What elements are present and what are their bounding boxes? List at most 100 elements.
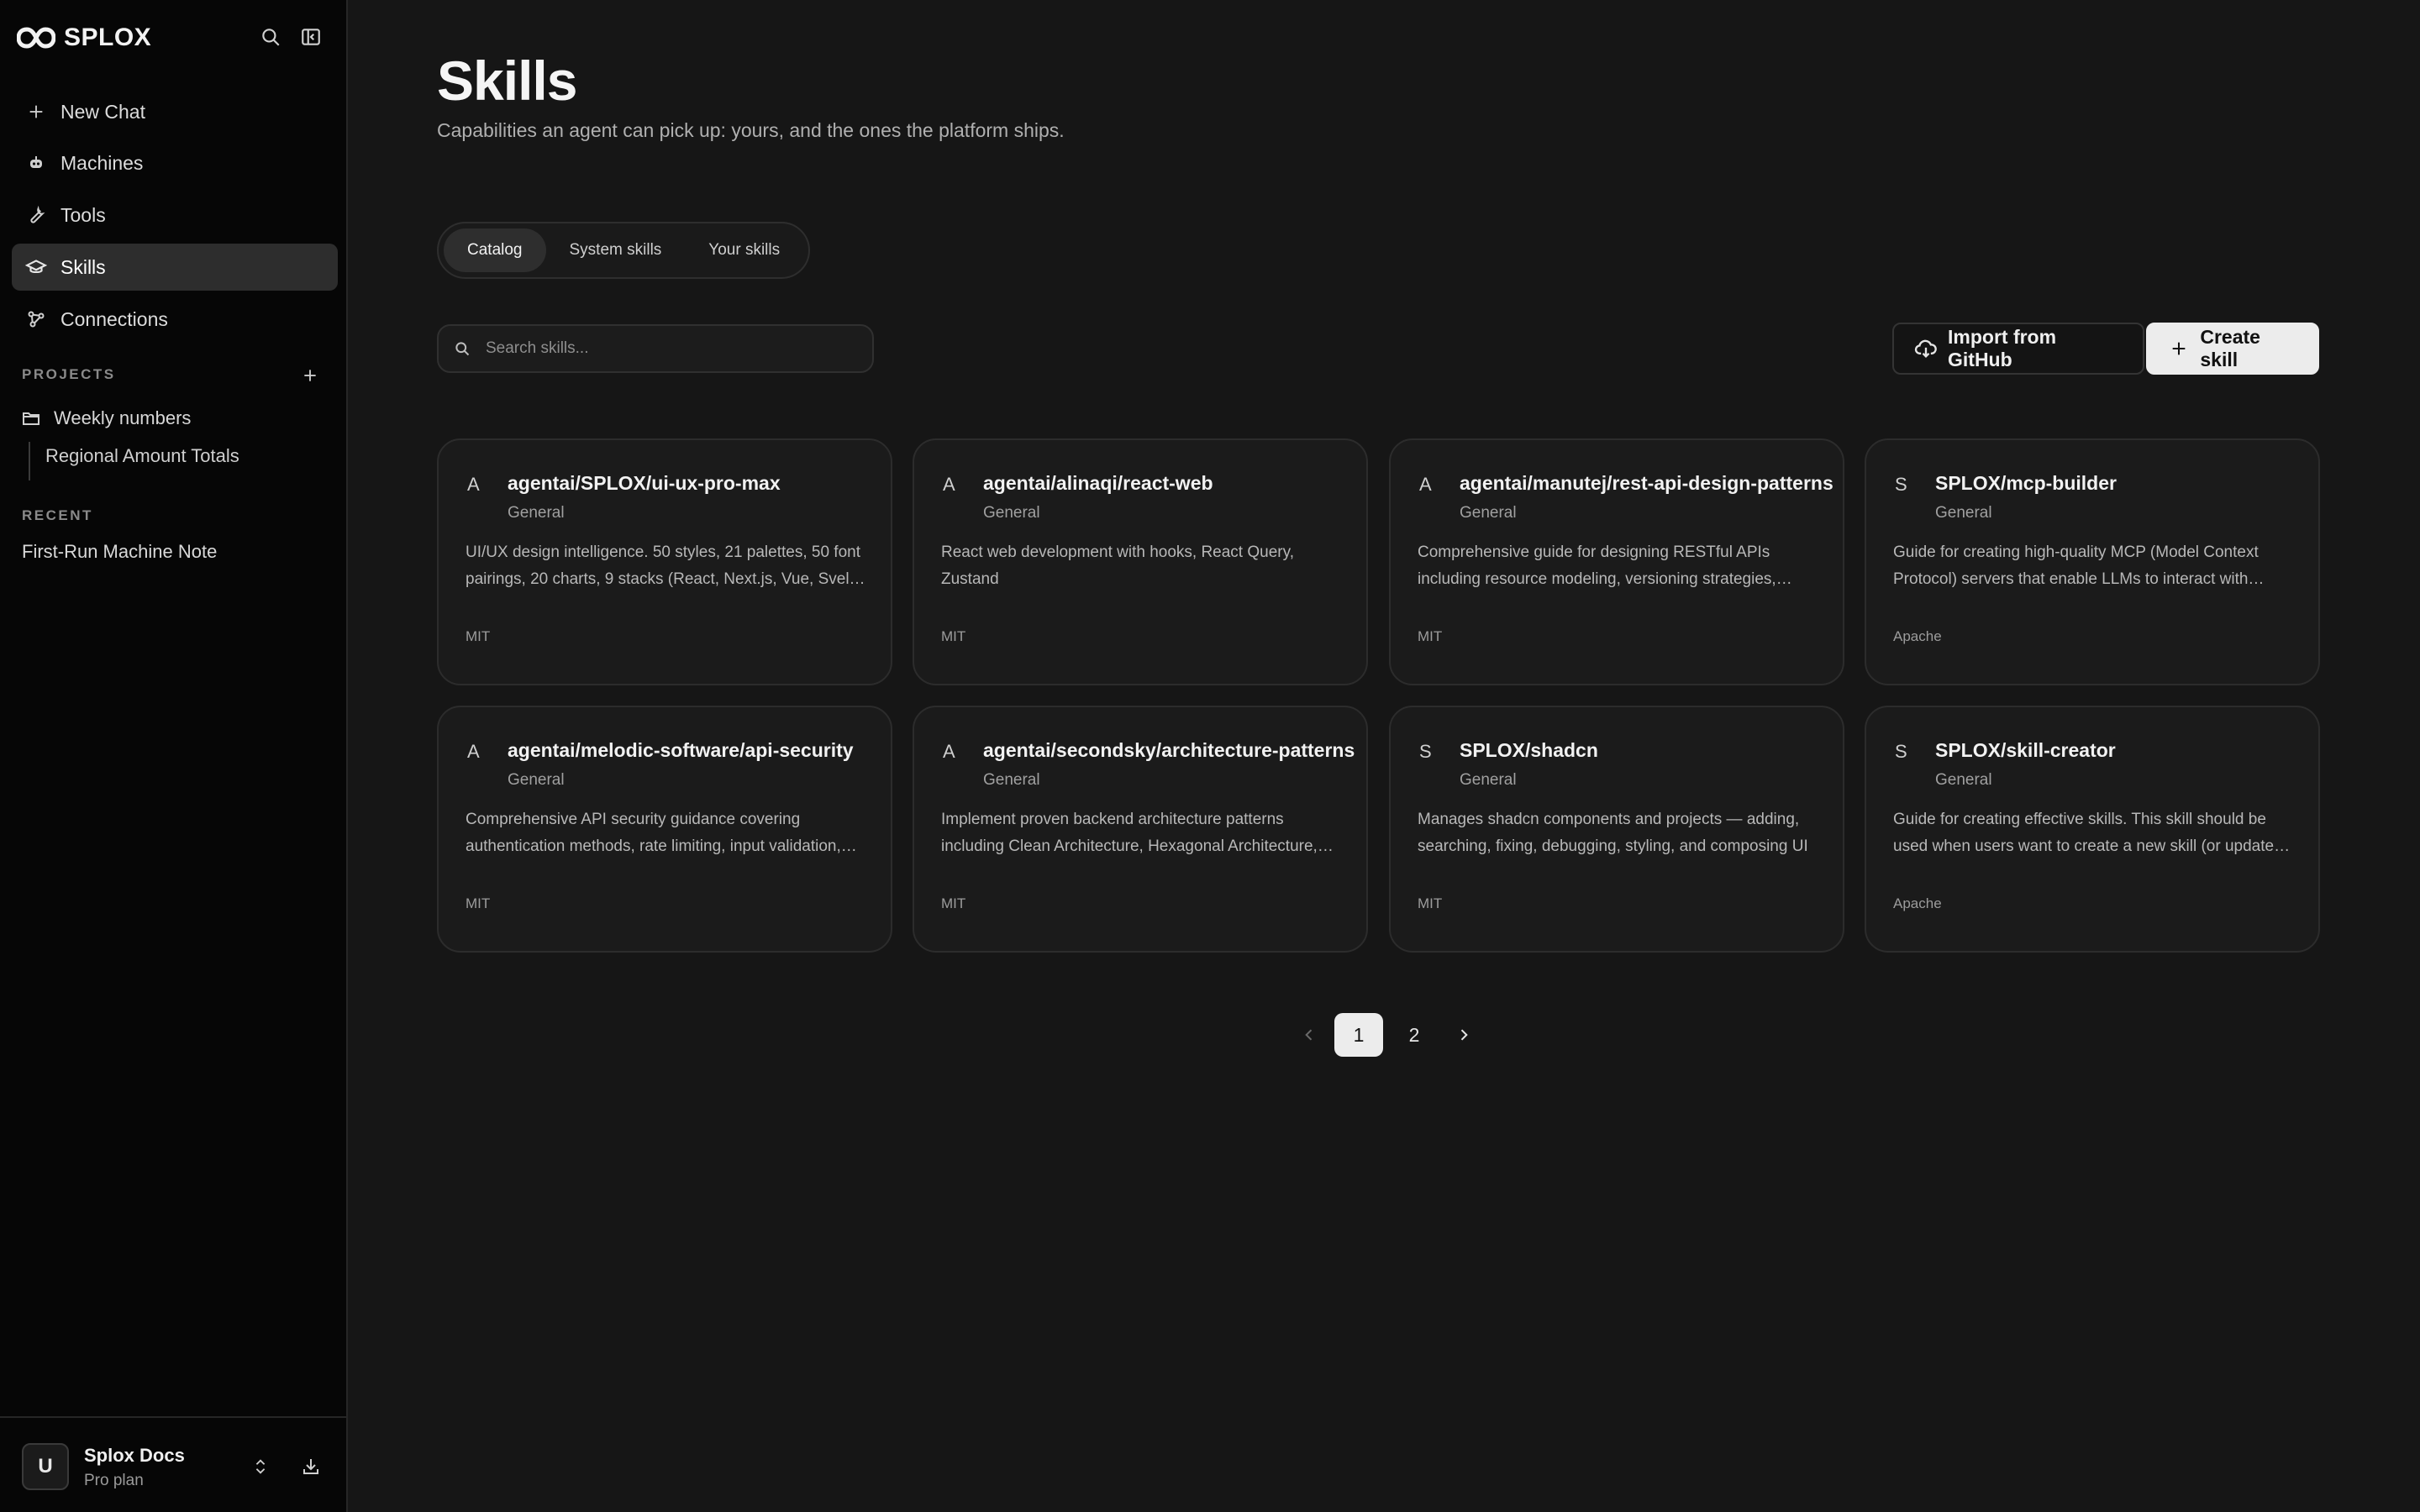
skill-license: MIT [1418,895,1443,911]
skill-name: agentai/alinaqi/react-web [983,472,1213,494]
recent-chat-item[interactable]: First-Run Machine Note [22,541,217,563]
skill-name: agentai/melodic-software/api-security [508,739,854,761]
import-label: Import from GitHub [1948,326,2057,370]
nav-machines[interactable]: Machines [12,139,338,186]
skill-license: MIT [941,628,966,644]
main-content: Skills Capabilities an agent can pick up… [350,0,2420,1512]
skill-name: SPLOX/skill-creator [1935,739,2116,761]
user-bar[interactable]: U Splox Docs Pro plan [0,1416,348,1512]
page-subtitle: Capabilities an agent can pick up: yours… [437,119,1065,141]
download-icon[interactable] [297,1453,324,1480]
next-page-button[interactable] [1445,1013,1482,1057]
nav-skills[interactable]: Skills [12,244,338,291]
plus-icon [2168,337,2190,360]
skill-category: General [1460,771,1517,789]
skill-description: Manages shadcn components and projects —… [1418,811,1808,855]
page-button[interactable]: 2 [1390,1013,1439,1057]
skill-category: General [983,771,1040,789]
skill-initial: S [1895,474,1907,495]
create-skill-button[interactable]: Create skill [2146,323,2319,375]
skill-category: General [1460,504,1517,522]
skill-initial: A [467,474,480,495]
skill-initial: S [1895,741,1907,762]
skill-card[interactable]: S SPLOX/skill-creator General Guide for … [1865,706,2320,953]
robot-icon [24,150,49,176]
skill-description: Comprehensive API security guidance cove… [466,811,841,855]
skill-name: agentai/manutej/rest-api-design-patterns [1460,472,1833,494]
prev-page-button[interactable] [1291,1013,1328,1057]
skill-card[interactable]: A agentai/manutej/rest-api-design-patter… [1389,438,1844,685]
plus-icon [24,99,49,124]
nav-label: Tools [60,203,106,226]
brand[interactable]: SPLOX [17,22,151,54]
skill-category: General [1935,771,1992,789]
skill-initial: A [1419,474,1432,495]
tab-your-skills[interactable]: Your skills [685,228,803,272]
skill-license: Apache [1893,628,1942,644]
skill-name: SPLOX/shadcn [1460,739,1598,761]
skill-description: UI/UX design intelligence. 50 styles, 21… [466,543,867,588]
chevron-right-icon [1460,1029,1468,1041]
skill-license: MIT [466,628,491,644]
skill-name: agentai/secondsky/architecture-patterns [983,739,1355,761]
import-from-github-button[interactable]: Import from GitHub [1892,323,2144,375]
folder-icon [23,412,39,425]
skill-initial: A [467,741,480,762]
nav-connections[interactable]: Connections [12,296,338,343]
skill-initial: A [943,474,955,495]
project-weekly-numbers[interactable]: Weekly numbers [20,402,191,435]
skill-card[interactable]: A agentai/secondsky/architecture-pattern… [913,706,1368,953]
skill-category: General [508,504,565,522]
page-title: Skills [437,50,577,112]
skill-initial: S [1419,741,1432,762]
avatar: U [22,1443,69,1490]
splox-logo-icon [17,27,55,49]
skill-description: Implement proven backend architecture pa… [941,811,1318,855]
tree-line [29,442,30,480]
project-chat-item[interactable]: Regional Amount Totals [45,445,239,467]
search-icon [454,339,474,359]
skill-license: MIT [941,895,966,911]
sidebar: SPLOX New Chat Machines Tools Skills Con… [0,0,348,1512]
skill-category: General [1935,504,1992,522]
user-plan: Pro plan [84,1472,144,1489]
chevron-up-down-icon[interactable] [247,1453,274,1480]
skill-card[interactable]: S SPLOX/shadcn General Manages shadcn co… [1389,706,1844,953]
user-name: Splox Docs [84,1445,185,1466]
skill-name: agentai/SPLOX/ui-ux-pro-max [508,472,781,494]
skill-category: General [508,771,565,789]
skill-license: MIT [1418,628,1443,644]
skill-card[interactable]: A agentai/SPLOX/ui-ux-pro-max General UI… [437,438,892,685]
skill-card[interactable]: A agentai/melodic-software/api-security … [437,706,892,953]
skill-description: React web development with hooks, React … [941,543,1294,588]
tab-catalog[interactable]: Catalog [444,228,546,272]
nav-label: Connections [60,307,168,330]
nav-new-chat[interactable]: New Chat [12,88,338,135]
add-project-button[interactable] [297,363,323,388]
search-icon[interactable] [257,24,284,50]
connections-icon [24,307,49,332]
tab-bar: Catalog System skills Your skills [437,222,811,279]
search-box[interactable] [437,324,874,373]
brand-name: SPLOX [64,24,152,51]
skill-description: Guide for creating high-quality MCP (Mod… [1893,543,2259,588]
skill-card[interactable]: S SPLOX/mcp-builder General Guide for cr… [1865,438,2320,685]
search-input[interactable] [486,339,855,358]
skill-category: General [983,504,1040,522]
chevron-left-icon [1305,1029,1313,1041]
app-root: SPLOX New Chat Machines Tools Skills Con… [0,0,2420,1512]
skill-description: Comprehensive guide for designing RESTfu… [1418,543,1776,588]
skill-initial: A [943,741,955,762]
tab-system-skills[interactable]: System skills [546,228,686,272]
collapse-sidebar-icon[interactable] [297,24,324,50]
recent-heading: RECENT [22,507,93,523]
wrench-icon [24,202,49,228]
skill-card[interactable]: A agentai/alinaqi/react-web General Reac… [913,438,1368,685]
project-label: Weekly numbers [54,407,192,428]
nav-label: New Chat [60,100,145,123]
create-label: Create skill [2200,326,2260,370]
nav-label: Machines [60,151,144,174]
page-button[interactable]: 1 [1334,1013,1383,1057]
skill-license: MIT [466,895,491,911]
nav-tools[interactable]: Tools [12,192,338,239]
